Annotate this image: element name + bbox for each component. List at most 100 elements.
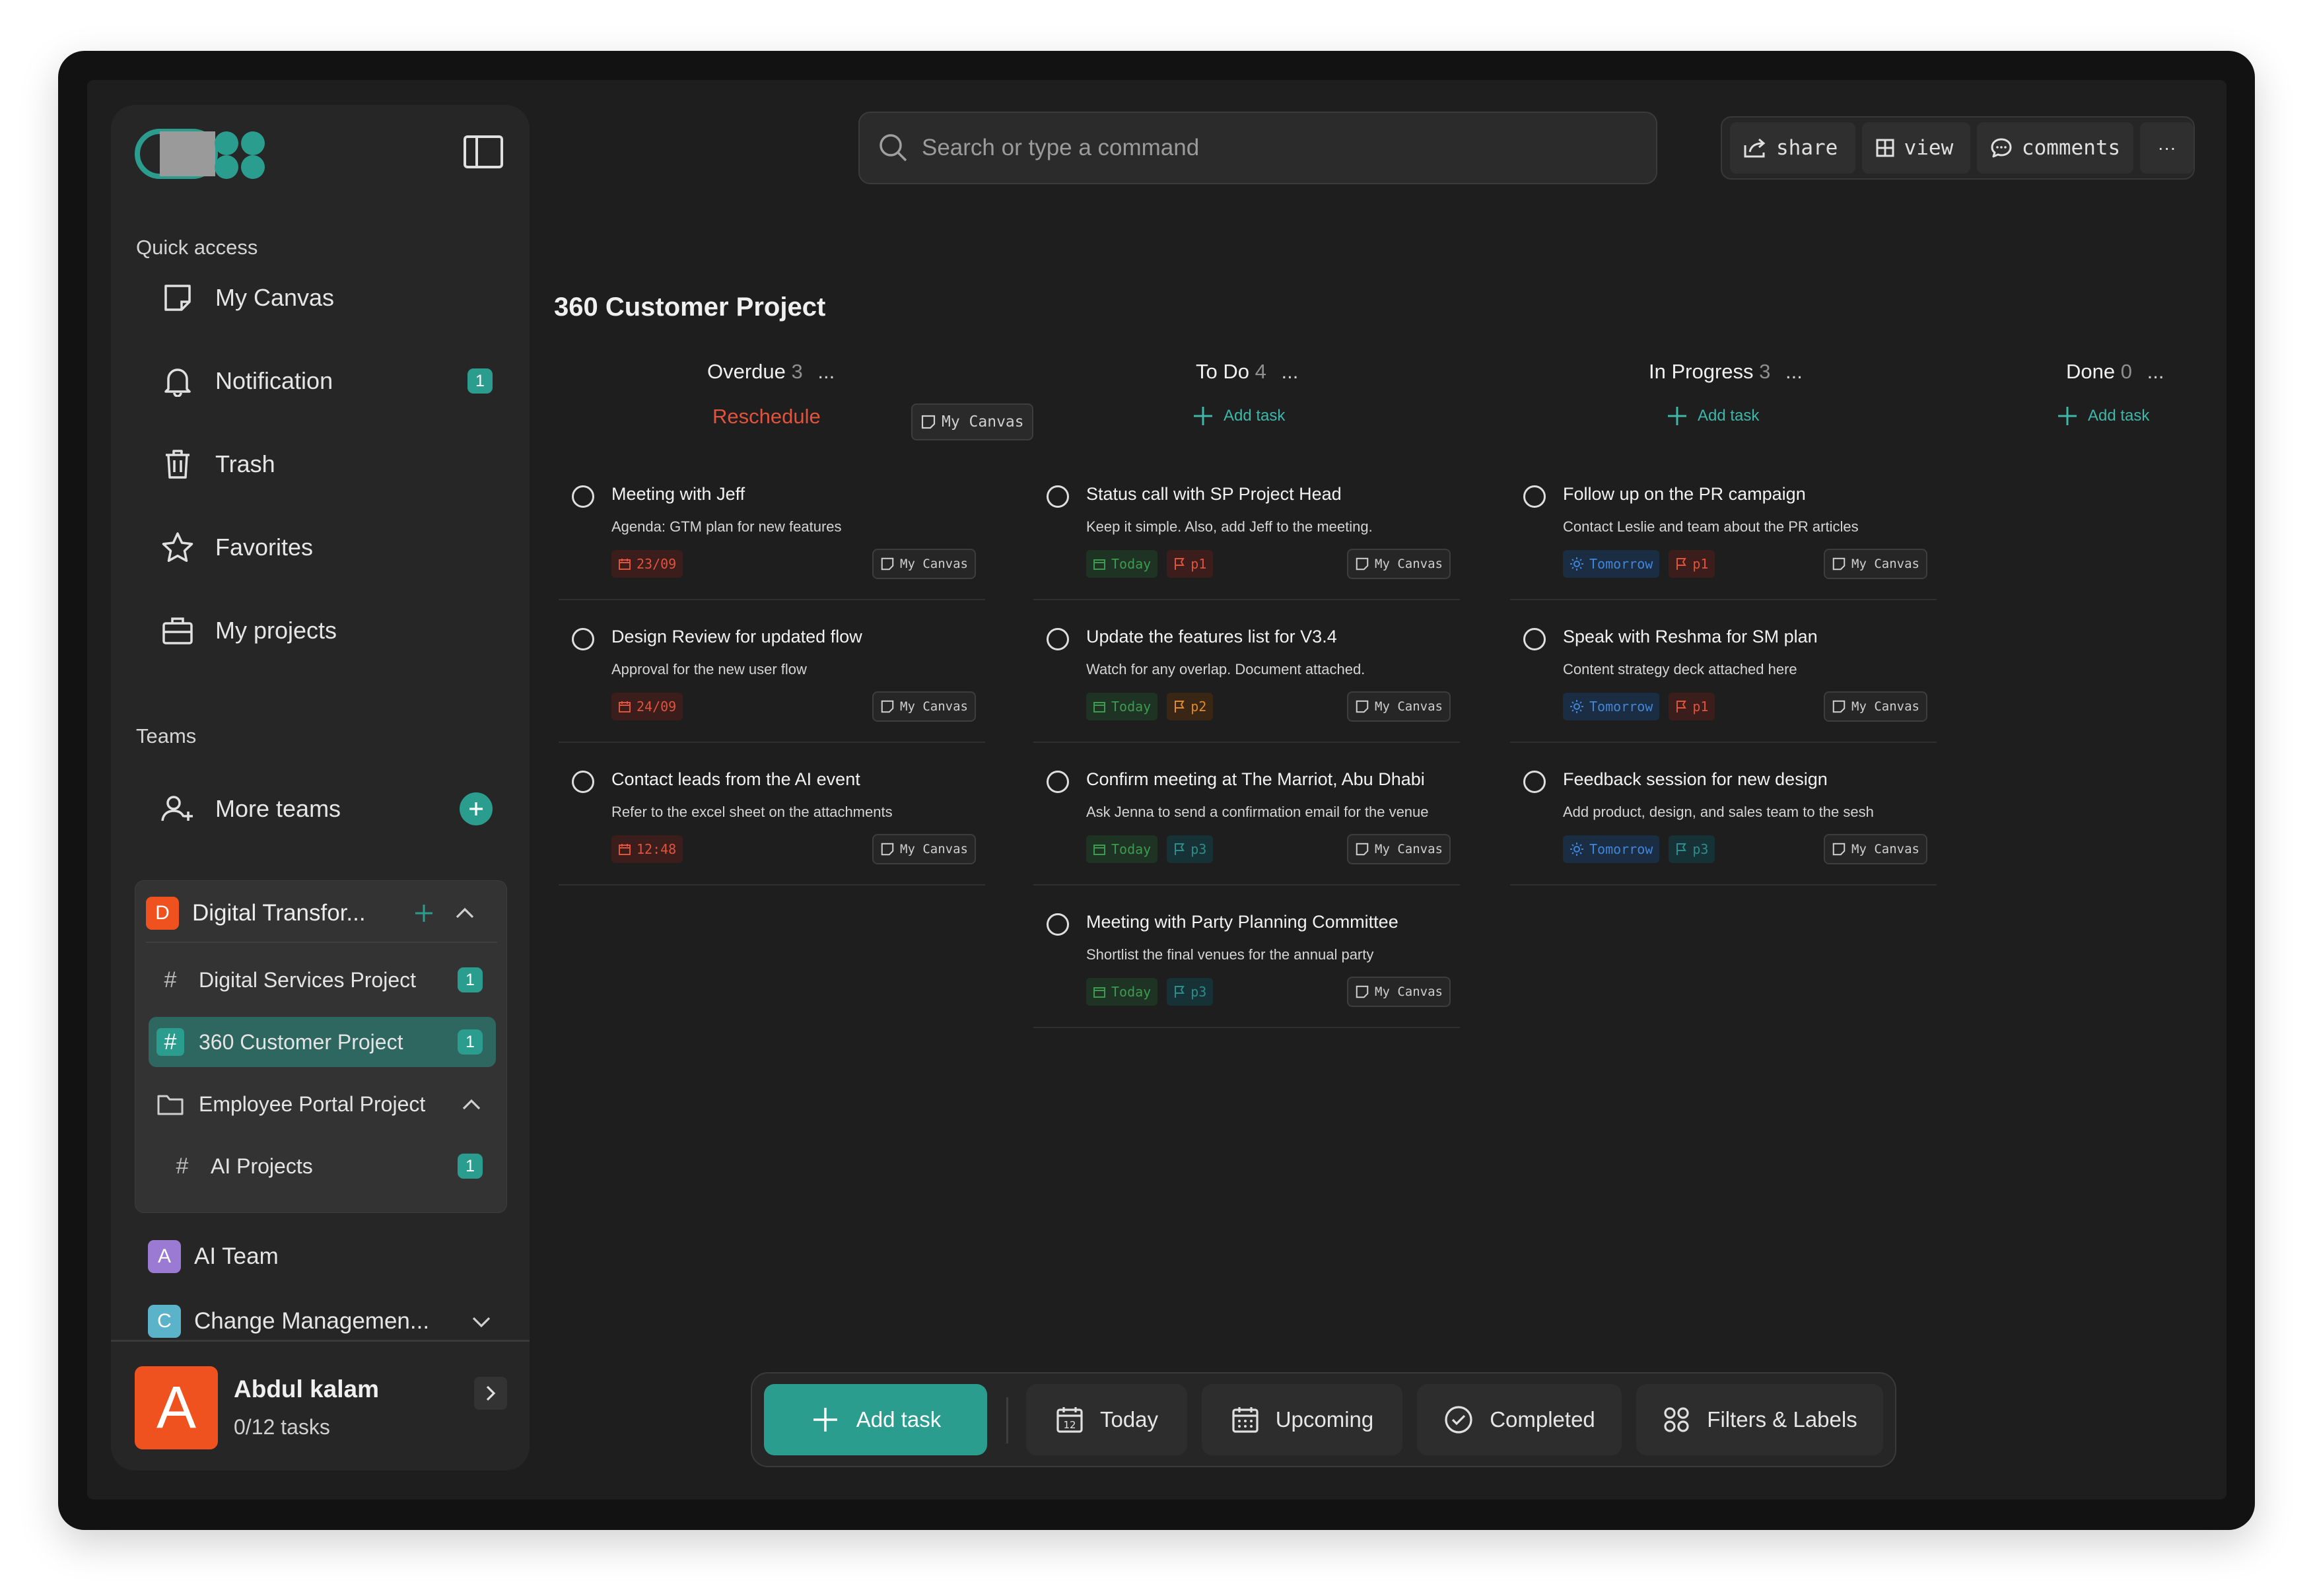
completed-button[interactable]: Completed: [1417, 1384, 1622, 1455]
task-card[interactable]: Meeting with Jeff Agenda: GTM plan for n…: [559, 469, 985, 600]
calendar-icon: [1093, 845, 1105, 855]
task-card[interactable]: Status call with SP Project Head Keep it…: [1033, 469, 1460, 600]
task-checkbox[interactable]: [1047, 485, 1069, 508]
add-task-button-todo[interactable]: Add task: [1192, 405, 1285, 427]
add-task-button-in-progress[interactable]: Add task: [1666, 405, 1759, 427]
canvas-chip[interactable]: My Canvas: [872, 549, 976, 579]
task-card[interactable]: Meeting with Party Planning Committee Sh…: [1033, 897, 1460, 1028]
team-avatar: A: [148, 1240, 181, 1273]
svg-text:12: 12: [1063, 1419, 1076, 1431]
canvas-chip[interactable]: My Canvas: [1347, 691, 1451, 722]
task-title: Speak with Reshma for SM plan: [1563, 627, 1818, 646]
sidebar-item-trash[interactable]: Trash: [136, 433, 506, 496]
task-card[interactable]: Update the features list for V3.4 Watch …: [1033, 612, 1460, 743]
task-card[interactable]: Follow up on the PR campaign Contact Les…: [1510, 469, 1937, 600]
comments-button[interactable]: comments: [1976, 122, 2134, 174]
quick-access-label: Quick access: [136, 236, 258, 259]
project-360-customer[interactable]: # 360 Customer Project 1: [149, 1017, 496, 1067]
task-card[interactable]: Feedback session for new design Add prod…: [1510, 755, 1937, 885]
sidebar-item-notification[interactable]: Notification 1: [136, 349, 506, 413]
canvas-chip[interactable]: My Canvas: [1347, 834, 1451, 864]
my-canvas-button[interactable]: My Canvas: [911, 403, 1033, 440]
canvas-icon: [880, 557, 895, 571]
canvas-chip[interactable]: My Canvas: [1824, 549, 1927, 579]
canvas-chip[interactable]: My Canvas: [1347, 977, 1451, 1007]
chevron-up-icon[interactable]: [454, 903, 476, 923]
hash-icon: #: [156, 1028, 184, 1056]
task-checkbox[interactable]: [1523, 771, 1546, 793]
canvas-chip[interactable]: My Canvas: [1347, 549, 1451, 579]
filters-labels-button[interactable]: Filters & Labels: [1636, 1384, 1883, 1455]
team-ai[interactable]: A AI Team: [148, 1230, 518, 1283]
more-options-button[interactable]: ···: [2140, 122, 2194, 174]
chevron-down-icon[interactable]: [470, 1312, 493, 1332]
canvas-chip[interactable]: My Canvas: [1824, 834, 1927, 864]
plus-icon: [1194, 407, 1212, 425]
canvas-chip[interactable]: My Canvas: [1824, 691, 1927, 722]
reschedule-button[interactable]: Reschedule: [712, 405, 821, 429]
add-task-button[interactable]: Add task: [764, 1384, 987, 1455]
task-checkbox[interactable]: [1047, 913, 1069, 936]
column-header-overdue[interactable]: Overdue 3 ...: [707, 360, 835, 384]
today-button[interactable]: 12 Today: [1026, 1384, 1187, 1455]
column-header-done[interactable]: Done 0 ...: [2066, 360, 2164, 384]
due-date: Tomorrow: [1589, 556, 1653, 572]
task-checkbox[interactable]: [572, 485, 594, 508]
project-ai-projects[interactable]: # AI Projects 1: [160, 1141, 496, 1191]
column-header-todo[interactable]: To Do 4 ...: [1196, 360, 1298, 384]
task-checkbox[interactable]: [1523, 628, 1546, 650]
canvas-icon: [1355, 557, 1369, 571]
task-card[interactable]: Design Review for updated flow Approval …: [559, 612, 985, 743]
task-checkbox[interactable]: [572, 628, 594, 650]
upcoming-label: Upcoming: [1275, 1407, 1374, 1432]
sidebar-toggle-icon[interactable]: [463, 135, 504, 169]
share-icon: [1743, 137, 1767, 158]
sidebar: Quick access My Canvas Notification 1 Tr…: [111, 105, 530, 1471]
priority-badge: p3: [1669, 835, 1715, 863]
priority-badge: p2: [1167, 693, 1214, 720]
user-avatar[interactable]: A: [135, 1366, 218, 1449]
task-description: Refer to the excel sheet on the attachme…: [611, 804, 893, 820]
project-employee-portal[interactable]: Employee Portal Project: [149, 1079, 496, 1129]
canvas-chip[interactable]: My Canvas: [872, 691, 976, 722]
sidebar-item-my-projects[interactable]: My projects: [136, 599, 506, 662]
canvas-chip[interactable]: My Canvas: [872, 834, 976, 864]
priority: p3: [1191, 841, 1207, 857]
share-button[interactable]: share: [1730, 122, 1855, 174]
search-input[interactable]: Search or type a command: [858, 112, 1657, 184]
add-task-button-done[interactable]: Add task: [2056, 405, 2149, 427]
task-description: Ask Jenna to send a confirmation email f…: [1086, 804, 1429, 820]
task-card[interactable]: Speak with Reshma for SM plan Content st…: [1510, 612, 1937, 743]
sidebar-item-favorites[interactable]: Favorites: [136, 516, 506, 579]
view-button[interactable]: view: [1861, 122, 1970, 174]
task-checkbox[interactable]: [572, 771, 594, 793]
briefcase-icon: [160, 613, 195, 648]
task-checkbox[interactable]: [1047, 628, 1069, 650]
user-menu-button[interactable]: [474, 1377, 507, 1410]
task-card[interactable]: Contact leads from the AI event Refer to…: [559, 755, 985, 885]
column-menu-button[interactable]: ...: [2147, 360, 2164, 383]
due-date: Today: [1111, 699, 1152, 714]
due-date-badge: 23/09: [611, 550, 683, 578]
due-date-badge: 12:48: [611, 835, 683, 863]
task-checkbox[interactable]: [1523, 485, 1546, 508]
column-menu-button[interactable]: ...: [1281, 360, 1298, 383]
sidebar-item-my-canvas[interactable]: My Canvas: [136, 266, 506, 330]
team-name: Change Managemen...: [194, 1308, 430, 1334]
add-team-button[interactable]: [460, 792, 493, 825]
task-card[interactable]: Confirm meeting at The Marriot, Abu Dhab…: [1033, 755, 1460, 885]
more-teams-item[interactable]: More teams: [136, 777, 506, 841]
team-header[interactable]: D Digital Transfor...: [146, 890, 497, 936]
due-date: 12:48: [637, 841, 677, 857]
column-menu-button[interactable]: ...: [817, 360, 835, 383]
upcoming-button[interactable]: Upcoming: [1202, 1384, 1402, 1455]
column-header-in-progress[interactable]: In Progress 3 ...: [1649, 360, 1803, 384]
due-date: Today: [1111, 984, 1152, 1000]
column-menu-button[interactable]: ...: [1785, 360, 1803, 383]
add-project-icon[interactable]: [413, 902, 435, 924]
chevron-up-icon[interactable]: [460, 1095, 483, 1115]
task-checkbox[interactable]: [1047, 771, 1069, 793]
user-task-count: 0/12 tasks: [234, 1415, 330, 1439]
project-digital-services[interactable]: # Digital Services Project 1: [149, 955, 496, 1005]
priority: p1: [1692, 699, 1709, 714]
